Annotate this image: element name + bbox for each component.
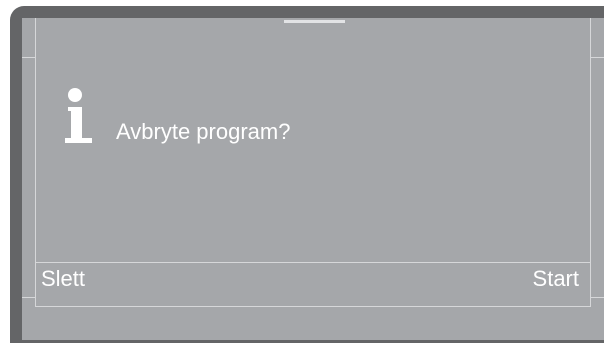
top-indicator <box>284 20 345 23</box>
frame-left-line <box>35 18 36 307</box>
softkey-divider <box>35 262 591 263</box>
dialog-message: Avbryte program? <box>116 119 291 144</box>
info-icon <box>64 88 96 146</box>
frame-right-line <box>590 18 591 307</box>
frame-tick-left-top <box>22 57 35 58</box>
frame-tick-right-bottom <box>591 297 604 298</box>
frame-tick-left-bottom <box>22 297 35 298</box>
frame-bottom-line <box>35 306 591 307</box>
slett-softkey-button[interactable]: Slett <box>41 266 85 292</box>
frame-tick-right-top <box>591 57 604 58</box>
display-screen <box>22 18 604 340</box>
start-softkey-button[interactable]: Start <box>533 266 579 292</box>
